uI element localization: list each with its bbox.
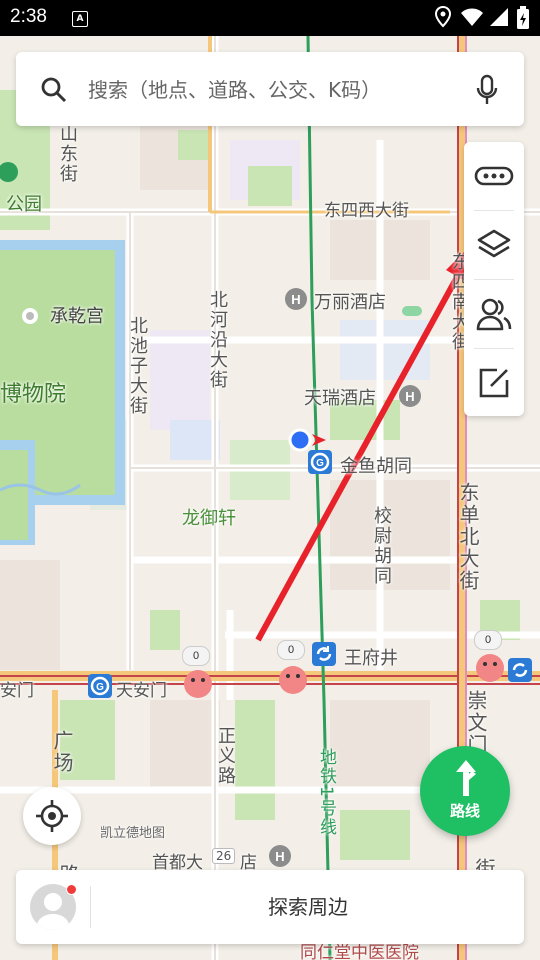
metro-transfer-icon[interactable] [508,658,532,682]
locate-me-button[interactable] [23,787,81,845]
microphone-icon[interactable] [474,74,500,106]
metro-transfer-icon[interactable] [312,642,336,666]
status-bar: 2:38 A [0,0,540,36]
poi-label[interactable]: 天瑞酒店 [304,384,376,410]
traffic-camera-count: 0 [474,630,502,650]
search-bar[interactable]: 搜索（地点、道路、公交、K码） [16,52,524,126]
wifi-icon [461,8,483,26]
street-label: 安门 [0,681,34,701]
app-notification-icon: A [72,11,88,27]
street-label: 校尉胡同 [371,506,392,586]
metro-station-icon[interactable]: G [88,674,112,698]
map-watermark: 凯立德地图 [100,826,166,841]
street-label: 东四西大街 [324,201,409,221]
svg-text:G: G [316,458,324,469]
friends-icon [476,298,512,331]
layers-button[interactable] [464,211,524,279]
explore-nearby-button[interactable]: 探索周边 [92,870,524,944]
crosshair-icon [36,800,68,832]
metro-station-label[interactable]: 天安门 [116,676,167,701]
more-button[interactable] [464,142,524,210]
route-button[interactable]: 路线 [420,746,510,836]
poi-label[interactable]: 博物院 [0,376,66,408]
street-label: 东单北大街 [456,482,480,592]
notification-dot [66,884,77,895]
bottom-panel: 探索周边 [16,870,524,944]
friends-button[interactable] [464,280,524,348]
street-label: 正义路 [215,726,236,786]
svg-text:H: H [275,849,284,864]
location-status-icon [434,6,452,28]
poi-label[interactable]: 万丽酒店 [314,288,386,314]
feedback-edit-icon [479,368,509,398]
search-icon [41,77,67,103]
more-icon [474,166,514,186]
street-label: 北河沿大街 [207,290,228,390]
status-time: 2:38 [10,6,47,27]
road-number-badge: 26 [212,848,236,864]
poi-label[interactable]: 承乾宫 [50,302,104,328]
svg-text:H: H [405,389,414,404]
poi-label[interactable]: 公园 [6,190,42,216]
svg-text:G: G [96,682,104,693]
metro-station-label[interactable]: 王府井 [344,644,398,670]
feedback-button[interactable] [464,349,524,417]
traffic-camera-count: 0 [277,640,305,660]
search-placeholder[interactable]: 搜索（地点、道路、公交、K码） [88,74,381,103]
traffic-camera-count: 0 [182,646,210,666]
layers-icon [477,229,511,258]
battery-icon [517,6,529,29]
street-label: 山东街 [57,124,78,184]
svg-text:H: H [291,292,300,307]
signal-icon [490,8,508,26]
metro-station-label[interactable]: 金鱼胡同 [340,452,412,478]
street-label: 广场 [50,730,74,774]
poi-label[interactable]: 龙御轩 [182,504,236,530]
street-label: 北池子大街 [127,316,148,416]
map-toolbar [464,142,524,416]
route-arrow-icon [456,760,476,796]
metro-station-icon[interactable]: G [308,450,332,474]
metro-line-label: 地铁1号线 [316,748,336,837]
route-label: 路线 [449,802,480,820]
